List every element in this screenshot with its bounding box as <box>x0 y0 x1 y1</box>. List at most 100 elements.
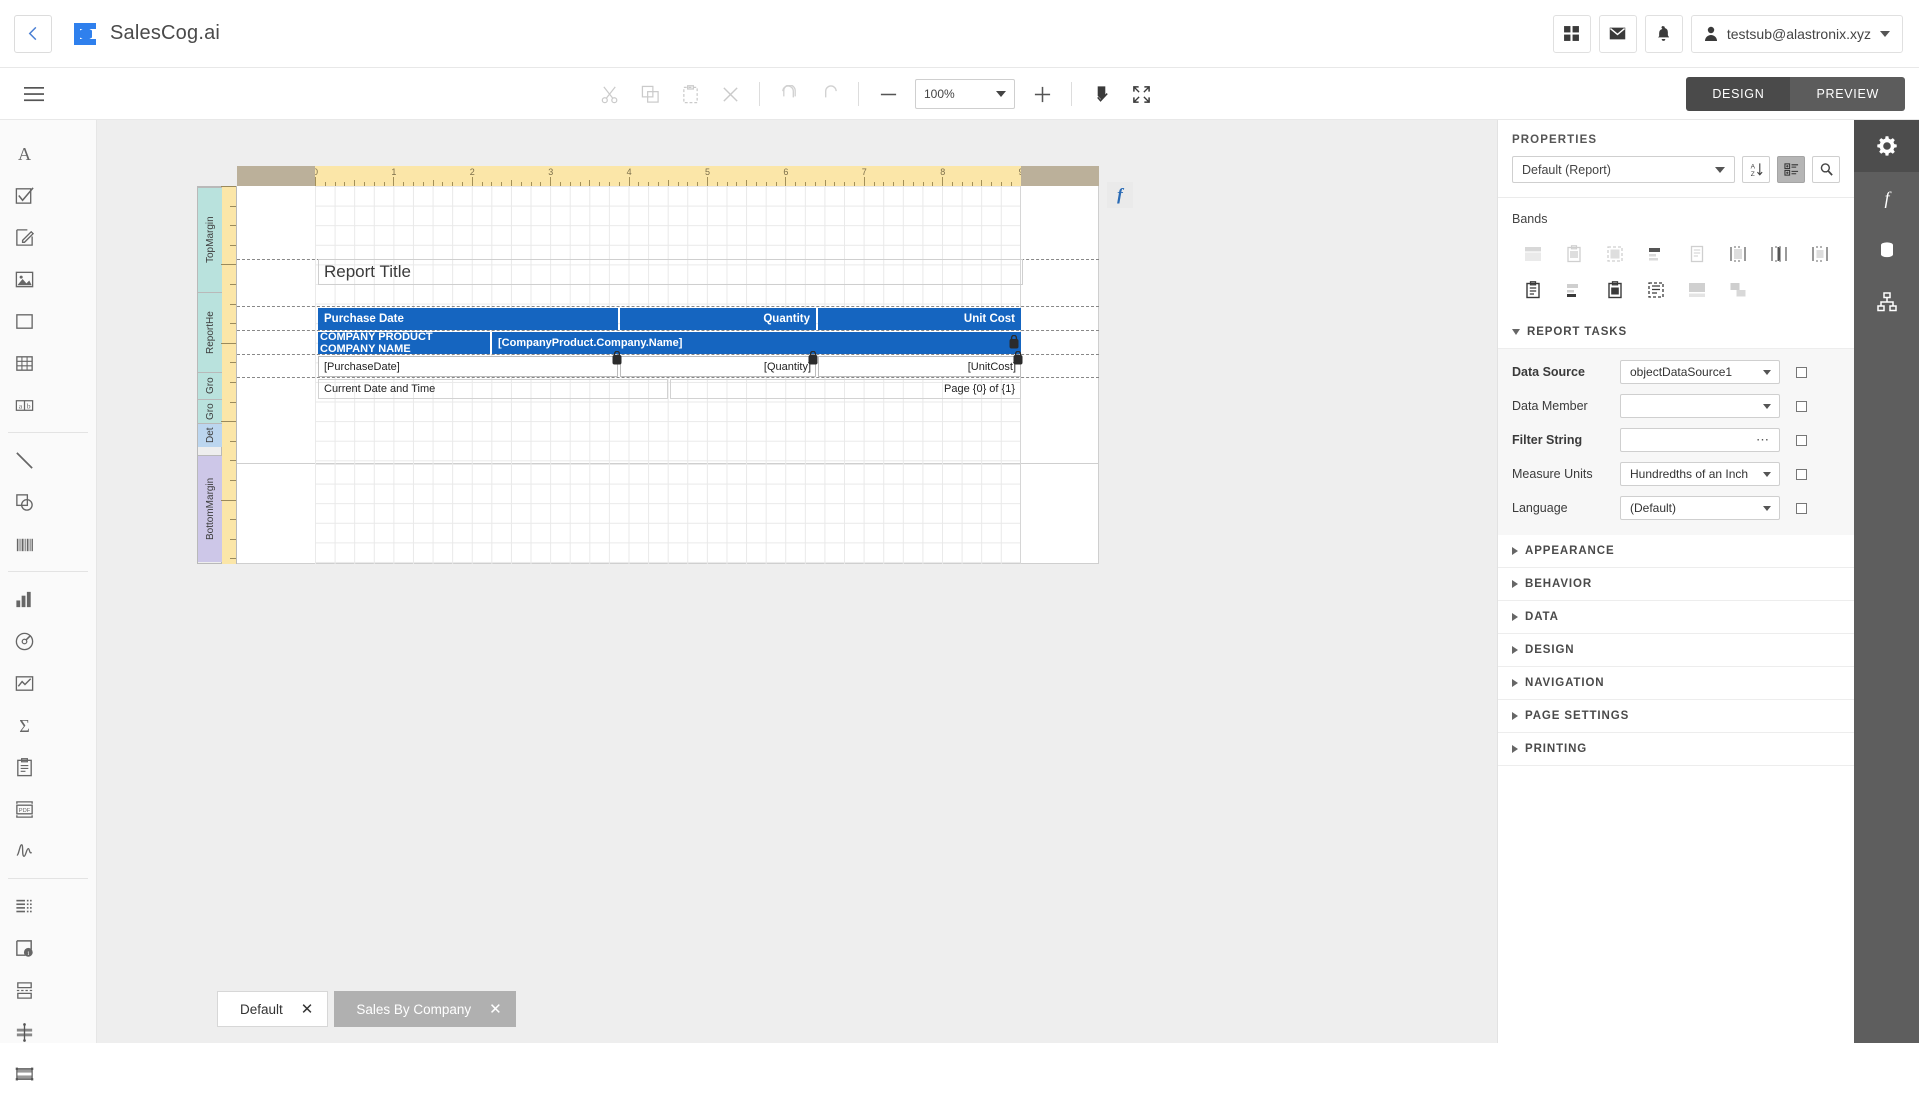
vertical-header-band-button[interactable] <box>1594 272 1635 308</box>
report-explorer-panel-button[interactable] <box>1854 276 1919 328</box>
page-break-tool[interactable] <box>0 969 49 1011</box>
prop-input-data-member[interactable] <box>1620 394 1780 418</box>
subreport-tool[interactable] <box>0 746 49 788</box>
fullscreen-button[interactable] <box>1121 74 1161 114</box>
mail-button[interactable] <box>1599 15 1637 53</box>
cross-band-line-tool[interactable] <box>0 1011 49 1053</box>
expressions-panel-button[interactable]: f <box>1854 172 1919 224</box>
prop-input-language[interactable]: (Default) <box>1620 496 1780 520</box>
table-tool[interactable] <box>0 342 49 384</box>
sub-band-button[interactable] <box>1553 272 1594 308</box>
cut-button[interactable] <box>590 74 630 114</box>
prop-checkbox-measure-units[interactable] <box>1796 469 1807 480</box>
table-of-contents-tool[interactable] <box>0 885 49 927</box>
overlay-band-button[interactable] <box>1717 272 1758 308</box>
prop-checkbox-data-source[interactable] <box>1796 367 1807 378</box>
group-header-band-button[interactable] <box>1635 236 1676 272</box>
label-tool[interactable]: A <box>0 132 49 174</box>
undo-button[interactable] <box>769 74 809 114</box>
prop-checkbox-language[interactable] <box>1796 503 1807 514</box>
band-label-top-margin[interactable]: TopMargin <box>198 187 223 292</box>
section-design[interactable]: DESIGN <box>1498 634 1854 667</box>
signature-tool[interactable] <box>0 830 49 872</box>
panel-tool[interactable] <box>0 300 49 342</box>
picture-box-tool[interactable] <box>0 258 49 300</box>
section-printing[interactable]: PRINTING <box>1498 733 1854 766</box>
notifications-button[interactable] <box>1645 15 1683 53</box>
vertical-detail-band-button[interactable] <box>1635 272 1676 308</box>
user-menu[interactable]: testsub@alastronix.xyz <box>1691 15 1903 53</box>
detail-report-band-button[interactable] <box>1512 272 1553 308</box>
page-info-tool[interactable]: i <box>0 927 49 969</box>
shape-tool[interactable] <box>0 481 49 523</box>
bottom-margin-band-button[interactable] <box>1676 272 1717 308</box>
delete-button[interactable] <box>710 74 750 114</box>
detail-field-quantity[interactable]: [Quantity] <box>620 356 816 377</box>
chart-tool[interactable] <box>0 578 49 620</box>
footer-page-number[interactable]: Page {0} of {1} <box>670 379 1021 399</box>
section-navigation[interactable]: NAVIGATION <box>1498 667 1854 700</box>
validate-button[interactable] <box>1081 74 1121 114</box>
detail-field-purchase-date[interactable]: [PurchaseDate] <box>318 356 618 377</box>
zoom-in-button[interactable] <box>1022 74 1062 114</box>
pdf-content-tool[interactable]: PDF <box>0 788 49 830</box>
search-properties-button[interactable] <box>1812 156 1840 183</box>
prop-input-data-source[interactable]: objectDataSource1 <box>1620 360 1780 384</box>
prop-input-measure-units[interactable]: Hundredths of an Inch <box>1620 462 1780 486</box>
back-button[interactable] <box>14 15 52 53</box>
prop-input-filter-string[interactable]: ⋯ <box>1620 428 1780 452</box>
section-page-settings[interactable]: PAGE SETTINGS <box>1498 700 1854 733</box>
zoom-select[interactable]: 100% <box>915 79 1015 109</box>
ellipsis-icon[interactable]: ⋯ <box>1756 432 1770 448</box>
report-page-bottom-margin[interactable] <box>237 464 1099 564</box>
tab-default[interactable]: Default ✕ <box>217 991 328 1027</box>
tab-sales-by-company[interactable]: Sales By Company ✕ <box>334 991 515 1027</box>
rich-text-tool[interactable] <box>0 216 49 258</box>
group-header-label[interactable]: COMPANY PRODUCT COMPANY NAME <box>320 332 492 354</box>
expression-editor-button[interactable]: f <box>1107 182 1133 208</box>
apps-button[interactable] <box>1553 15 1591 53</box>
group-footer-band-button[interactable] <box>1717 236 1758 272</box>
column-header-quantity[interactable]: Quantity <box>620 308 816 330</box>
gauge-tool[interactable] <box>0 620 49 662</box>
sparkline-tool[interactable] <box>0 662 49 704</box>
group-header-row[interactable]: COMPANY PRODUCT COMPANY NAME [CompanyPro… <box>318 332 1021 354</box>
column-header-purchase-date[interactable]: Purchase Date <box>318 308 618 330</box>
group-header-value[interactable]: [CompanyProduct.Company.Name] <box>498 332 682 354</box>
field-list-panel-button[interactable] <box>1854 224 1919 276</box>
detail-field-unit-cost[interactable]: [UnitCost] <box>818 356 1021 377</box>
barcode-tool[interactable] <box>0 523 49 565</box>
report-title-label[interactable]: Report Title <box>318 259 1023 285</box>
section-appearance[interactable]: APPEARANCE <box>1498 535 1854 568</box>
properties-panel-button[interactable] <box>1854 120 1919 172</box>
check-box-tool[interactable] <box>0 174 49 216</box>
preview-mode-button[interactable]: PREVIEW <box>1790 77 1905 111</box>
report-page-canvas[interactable]: Report Title Purchase Date Quantity Unit… <box>237 186 1099 464</box>
column-header-unit-cost[interactable]: Unit Cost <box>818 308 1021 330</box>
design-work-area[interactable]: 0123456789 TopMargin ReportHe Gro Gro De… <box>97 120 1497 1043</box>
redo-button[interactable] <box>809 74 849 114</box>
categorized-view-button[interactable] <box>1777 156 1805 183</box>
character-comb-tool[interactable]: a b <box>0 384 49 426</box>
report-header-band-button[interactable] <box>1553 236 1594 272</box>
top-margin-band-button[interactable] <box>1512 236 1553 272</box>
main-menu-button[interactable] <box>8 86 60 102</box>
prop-checkbox-data-member[interactable] <box>1796 401 1807 412</box>
section-behavior[interactable]: BEHAVIOR <box>1498 568 1854 601</box>
paste-button[interactable] <box>670 74 710 114</box>
properties-object-select[interactable]: Default (Report) <box>1512 156 1735 183</box>
line-tool[interactable] <box>0 439 49 481</box>
prop-checkbox-filter-string[interactable] <box>1796 435 1807 446</box>
close-x-icon[interactable]: ✕ <box>489 1002 502 1017</box>
sort-alphabetical-button[interactable]: A Z <box>1742 156 1770 183</box>
zoom-out-button[interactable] <box>868 74 908 114</box>
cross-band-box-tool[interactable] <box>0 1053 49 1095</box>
page-footer-band-button[interactable] <box>1758 236 1799 272</box>
band-label-report-header[interactable]: ReportHe <box>198 292 223 372</box>
pivot-grid-tool[interactable]: Σ <box>0 704 49 746</box>
page-header-band-button[interactable] <box>1594 236 1635 272</box>
copy-button[interactable] <box>630 74 670 114</box>
close-x-icon[interactable]: ✕ <box>301 1002 314 1017</box>
report-footer-band-button[interactable] <box>1799 236 1840 272</box>
section-report-tasks[interactable]: REPORT TASKS <box>1498 316 1854 349</box>
